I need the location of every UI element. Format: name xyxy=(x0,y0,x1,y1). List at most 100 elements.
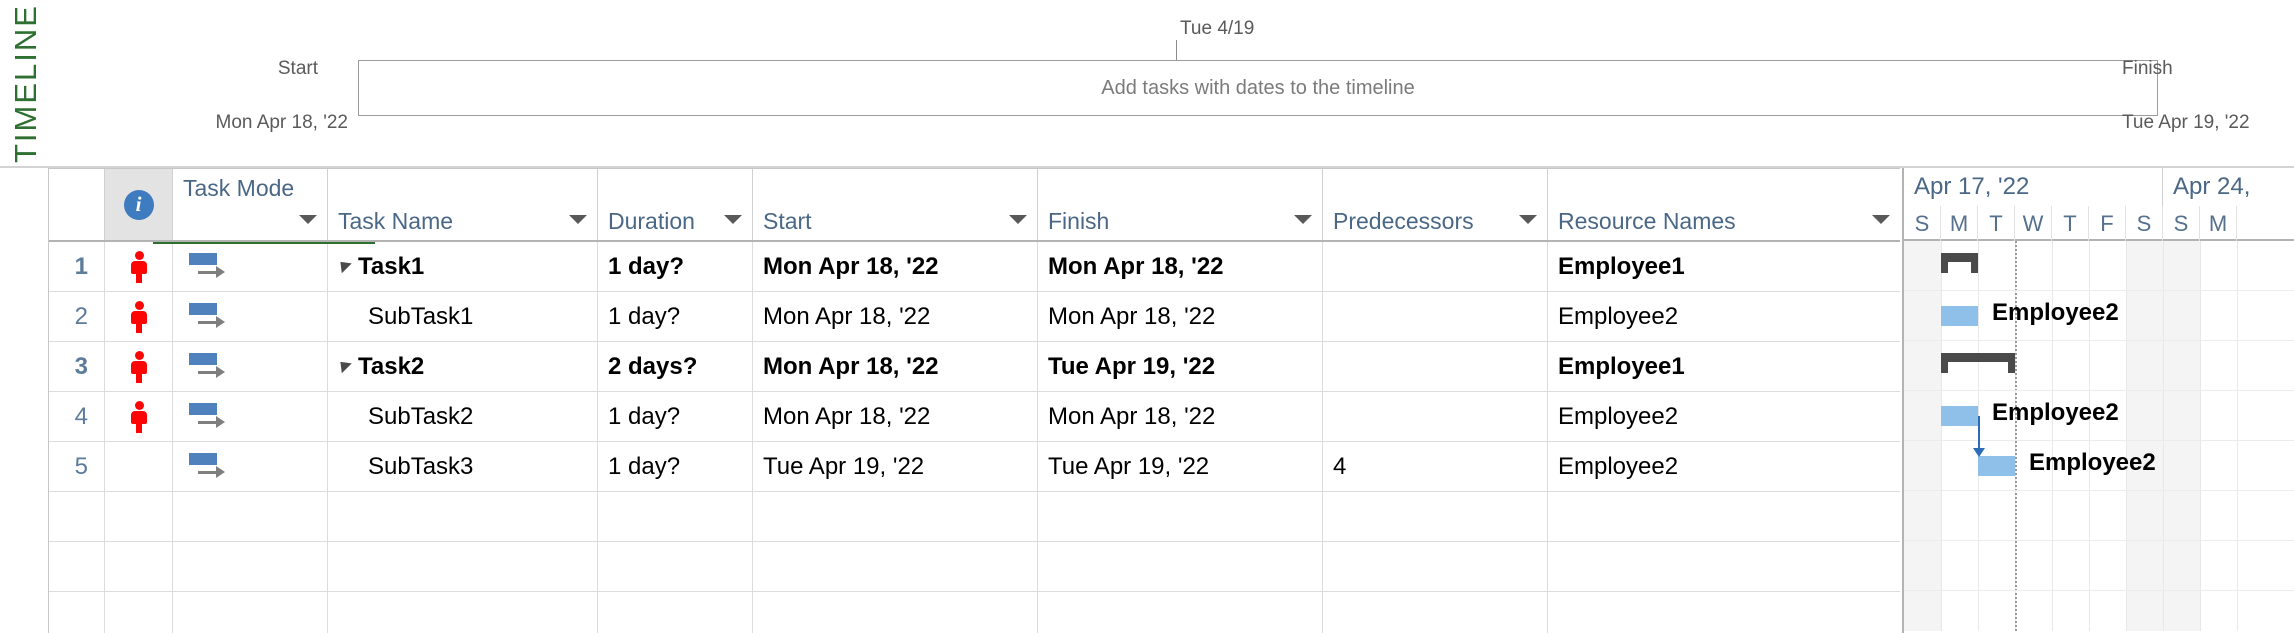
start-date-cell[interactable]: Mon Apr 18, '22 xyxy=(753,242,1038,291)
task-name-cell[interactable]: SubTask1 xyxy=(328,292,598,341)
task-name-cell[interactable] xyxy=(328,492,598,541)
task-name-cell[interactable]: Task2 xyxy=(328,342,598,391)
task-mode-cell[interactable] xyxy=(173,542,328,591)
predecessors-cell[interactable] xyxy=(1323,492,1548,541)
task-mode-cell[interactable] xyxy=(173,292,328,341)
row-indicator-cell[interactable] xyxy=(105,592,173,633)
start-date-cell[interactable] xyxy=(753,492,1038,541)
task-mode-cell[interactable] xyxy=(173,442,328,491)
timeline-pane-tab[interactable]: TIMELINE xyxy=(4,5,44,164)
summary-bar[interactable] xyxy=(1941,253,1978,273)
chevron-down-icon[interactable] xyxy=(724,215,742,224)
row-indicator-cell[interactable] xyxy=(105,442,173,491)
row-indicator-cell[interactable] xyxy=(105,242,173,291)
gantt-chart-area[interactable]: Apr 17, '22 Apr 24, SMTWTFSSM Employee2 Em… xyxy=(1902,168,2294,633)
resource-names-cell[interactable] xyxy=(1548,542,1900,591)
duration-cell[interactable]: 1 day? xyxy=(598,292,753,341)
task-bar[interactable] xyxy=(1941,306,1978,326)
start-date-cell[interactable]: Mon Apr 18, '22 xyxy=(753,392,1038,441)
task-bar[interactable] xyxy=(1941,406,1978,426)
predecessors-cell[interactable] xyxy=(1323,242,1548,291)
resource-names-cell[interactable] xyxy=(1548,492,1900,541)
chevron-down-icon[interactable] xyxy=(569,215,587,224)
predecessors-cell[interactable] xyxy=(1323,292,1548,341)
gantt-bars-area[interactable]: Employee2 Employee2 Employee2 xyxy=(1904,241,2294,631)
chevron-down-icon[interactable] xyxy=(1294,215,1312,224)
summary-bar[interactable] xyxy=(1941,353,2015,373)
task-mode-cell[interactable] xyxy=(173,342,328,391)
start-date-cell[interactable]: Tue Apr 19, '22 xyxy=(753,442,1038,491)
chevron-down-icon[interactable] xyxy=(299,215,317,224)
task-name-cell[interactable]: Task1 xyxy=(328,242,598,291)
duration-cell[interactable] xyxy=(598,542,753,591)
column-header-finish[interactable]: Finish xyxy=(1038,169,1323,240)
resource-names-cell[interactable] xyxy=(1548,592,1900,633)
predecessors-cell[interactable] xyxy=(1323,392,1548,441)
chevron-down-icon[interactable] xyxy=(1872,215,1890,224)
duration-cell[interactable] xyxy=(598,492,753,541)
column-header-task-name[interactable]: Task Name xyxy=(328,169,598,240)
table-row[interactable]: 4 SubTask2 1 day? Mon Apr 18, '22 Mon Apr 18… xyxy=(49,392,1900,442)
chart-row[interactable] xyxy=(1904,591,2294,633)
start-date-cell[interactable]: Mon Apr 18, '22 xyxy=(753,342,1038,391)
task-mode-cell[interactable] xyxy=(173,242,328,291)
resource-names-cell[interactable]: Employee2 xyxy=(1548,292,1900,341)
task-mode-cell[interactable] xyxy=(173,492,328,541)
row-number[interactable]: 2 xyxy=(49,292,105,341)
predecessors-cell[interactable] xyxy=(1323,542,1548,591)
row-number[interactable] xyxy=(49,492,105,541)
row-number[interactable]: 5 xyxy=(49,442,105,491)
chevron-down-icon[interactable] xyxy=(1519,215,1537,224)
chevron-down-icon[interactable] xyxy=(1009,215,1027,224)
column-header-duration[interactable]: Duration xyxy=(598,169,753,240)
row-number[interactable]: 4 xyxy=(49,392,105,441)
row-indicator-cell[interactable] xyxy=(105,492,173,541)
resource-names-cell[interactable]: Employee2 xyxy=(1548,392,1900,441)
finish-date-cell[interactable]: Tue Apr 19, '22 xyxy=(1038,442,1323,491)
column-header-indicators[interactable]: i xyxy=(105,169,173,240)
chart-row[interactable] xyxy=(1904,341,2294,391)
finish-date-cell[interactable]: Mon Apr 18, '22 xyxy=(1038,242,1323,291)
row-number[interactable] xyxy=(49,542,105,591)
task-mode-cell[interactable] xyxy=(173,592,328,633)
finish-date-cell[interactable]: Mon Apr 18, '22 xyxy=(1038,292,1323,341)
table-row[interactable]: 5 SubTask3 1 day? Tue Apr 19, '22 Tue Apr 19… xyxy=(49,442,1900,492)
predecessors-cell[interactable] xyxy=(1323,592,1548,633)
collapse-triangle-icon[interactable] xyxy=(335,356,352,374)
duration-cell[interactable]: 1 day? xyxy=(598,242,753,291)
resource-names-cell[interactable]: Employee1 xyxy=(1548,342,1900,391)
task-bar[interactable] xyxy=(1978,456,2015,476)
predecessors-cell[interactable]: 4 xyxy=(1323,442,1548,491)
timeline-band[interactable]: Add tasks with dates to the timeline xyxy=(358,60,2158,116)
duration-cell[interactable]: 1 day? xyxy=(598,442,753,491)
table-row[interactable] xyxy=(49,492,1900,542)
duration-cell[interactable] xyxy=(598,592,753,633)
row-indicator-cell[interactable] xyxy=(105,542,173,591)
duration-cell[interactable]: 1 day? xyxy=(598,392,753,441)
row-indicator-cell[interactable] xyxy=(105,342,173,391)
finish-date-cell[interactable]: Mon Apr 18, '22 xyxy=(1038,392,1323,441)
row-number[interactable] xyxy=(49,592,105,633)
task-name-cell[interactable] xyxy=(328,592,598,633)
chart-row[interactable] xyxy=(1904,541,2294,591)
table-row[interactable] xyxy=(49,542,1900,592)
start-date-cell[interactable]: Mon Apr 18, '22 xyxy=(753,292,1038,341)
chart-row[interactable] xyxy=(1904,241,2294,291)
table-row[interactable]: 3 Task2 2 days? Mon Apr 18, '22 Tue Apr 19, … xyxy=(49,342,1900,392)
column-header-predecessors[interactable]: Predecessors xyxy=(1323,169,1548,240)
column-header-resource-names[interactable]: Resource Names xyxy=(1548,169,1900,240)
finish-date-cell[interactable] xyxy=(1038,492,1323,541)
chart-row[interactable] xyxy=(1904,491,2294,541)
finish-date-cell[interactable] xyxy=(1038,592,1323,633)
row-number[interactable]: 3 xyxy=(49,342,105,391)
row-indicator-cell[interactable] xyxy=(105,392,173,441)
collapse-triangle-icon[interactable] xyxy=(335,256,352,274)
table-row[interactable]: 2 SubTask1 1 day? Mon Apr 18, '22 Mon Apr 18… xyxy=(49,292,1900,342)
row-indicator-cell[interactable] xyxy=(105,292,173,341)
predecessors-cell[interactable] xyxy=(1323,342,1548,391)
task-name-cell[interactable]: SubTask2 xyxy=(328,392,598,441)
task-name-cell[interactable]: SubTask3 xyxy=(328,442,598,491)
resource-names-cell[interactable]: Employee2 xyxy=(1548,442,1900,491)
start-date-cell[interactable] xyxy=(753,592,1038,633)
column-header-start[interactable]: Start xyxy=(753,169,1038,240)
